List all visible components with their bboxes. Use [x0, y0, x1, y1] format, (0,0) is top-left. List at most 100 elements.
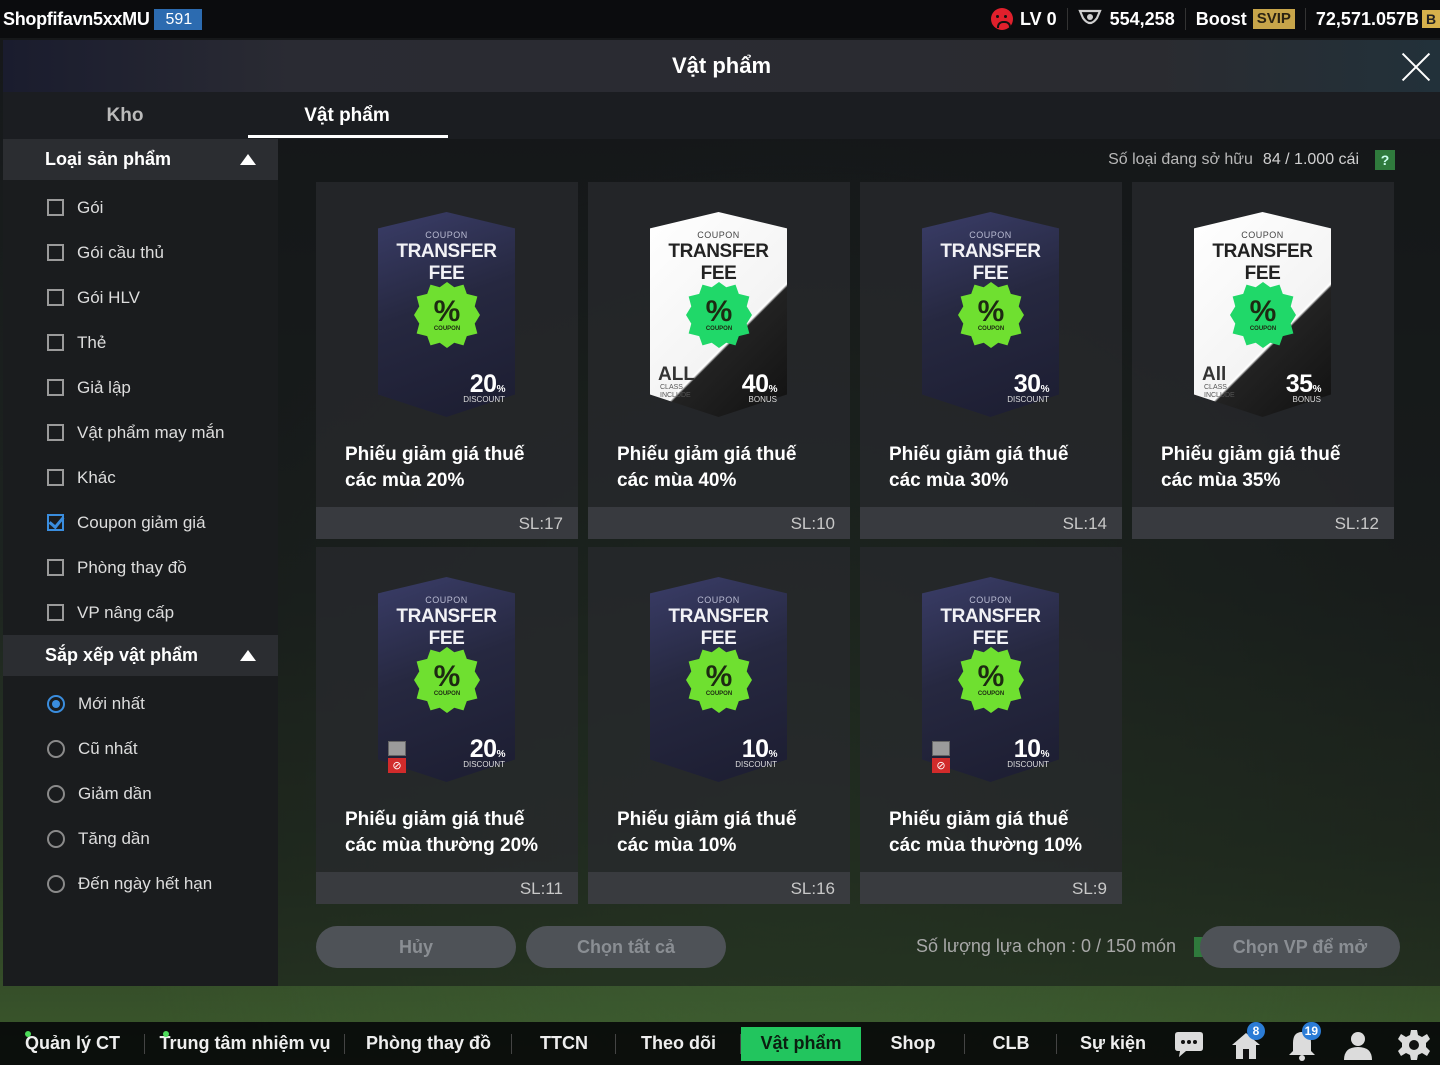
badge-label: COUPON: [1249, 326, 1277, 332]
percent-sign: %: [705, 660, 733, 693]
transfer-fee-label: TRANSFER FEE: [396, 241, 497, 284]
home-button[interactable]: 8: [1229, 1022, 1265, 1062]
filter-option[interactable]: Phòng thay đồ: [3, 545, 278, 590]
checkbox[interactable]: [47, 334, 64, 351]
checkbox[interactable]: [47, 559, 64, 576]
transfer-fee-label: TRANSFER FEE: [940, 241, 1041, 284]
sort-option[interactable]: Mới nhất: [3, 681, 278, 726]
nav-shop[interactable]: Shop: [861, 1022, 965, 1065]
filter-option[interactable]: Gói cầu thủ: [3, 230, 278, 275]
filter-option-label: Gói: [77, 197, 104, 217]
bell-notification-badge: 19: [1301, 1022, 1321, 1040]
select-all-button[interactable]: Chọn tất cả: [526, 926, 726, 968]
filter-option[interactable]: Vật phẩm may mắn: [3, 410, 278, 455]
close-button[interactable]: [1398, 48, 1434, 84]
nav-quan-ly-ct[interactable]: Quản lý CT: [0, 1022, 145, 1065]
selection-info: Số lượng lựa chọn : 0 / 150 món ?: [916, 936, 1215, 957]
sort-section-header[interactable]: Sắp xếp vật phẩm: [3, 635, 278, 676]
item-card[interactable]: COUPON TRANSFER FEE% COUPON 20% DISCOUNT ⊘ Phi…: [316, 547, 578, 904]
profile-icon[interactable]: [1341, 1028, 1375, 1062]
item-title: Phiếu giảm giá thuế các mùa 10%: [617, 809, 797, 856]
item-quantity: SL:16: [790, 879, 835, 898]
player-level-badge: 591: [153, 8, 203, 30]
item-title: Phiếu giảm giá thuế các mùa 40%: [617, 444, 797, 491]
item-card[interactable]: COUPON TRANSFER FEE% COUPON 10% DISCOUNT Phiế…: [588, 547, 850, 904]
filter-option[interactable]: VP nâng cấp: [3, 590, 278, 635]
filter-section-header[interactable]: Loại sản phẩm: [3, 139, 278, 180]
coupon-image: COUPON TRANSFER FEE% COUPON 10% DISCOUNT: [650, 577, 787, 782]
sort-option[interactable]: Cũ nhất: [3, 726, 278, 771]
nav-theo-doi[interactable]: Theo dõi: [616, 1022, 741, 1065]
coupon-label: COUPON: [969, 595, 1012, 605]
notifications-button[interactable]: 19: [1285, 1022, 1321, 1062]
checkbox[interactable]: [47, 289, 64, 306]
item-title: Phiếu giảm giá thuế các mùa 30%: [889, 444, 1069, 491]
checkbox[interactable]: [47, 244, 64, 261]
radio-button[interactable]: [47, 829, 65, 848]
checkbox[interactable]: [47, 199, 64, 216]
percent-small: %: [496, 749, 506, 760]
radio-button[interactable]: [47, 784, 65, 803]
lock-icon: ⊘: [932, 741, 950, 773]
player-name: Shopfifavn5xxMU: [3, 8, 150, 29]
balance-stat[interactable]: 72,571.057B B: [1306, 8, 1440, 30]
chat-icon[interactable]: [1172, 1028, 1206, 1062]
item-card[interactable]: COUPON TRANSFER FEE% COUPON 10% DISCOUNT ⊘ Phi…: [860, 547, 1122, 904]
item-card[interactable]: COUPON TRANSFER FEE% COUPON 30% DISCOUNT Phiế…: [860, 182, 1122, 539]
sort-option[interactable]: Đến ngày hết hạn: [3, 861, 278, 906]
nav-ttcn[interactable]: TTCN: [512, 1022, 616, 1065]
nav-phong-thay-do[interactable]: Phòng thay đồ: [345, 1022, 512, 1065]
help-icon[interactable]: ?: [1375, 150, 1395, 170]
filter-option[interactable]: Coupon giảm giá: [3, 500, 278, 545]
item-card[interactable]: COUPON TRANSFER FEE% COUPON 40% BONUS ALL CLAS…: [588, 182, 850, 539]
percent-small: %: [496, 384, 506, 395]
sort-option[interactable]: Tăng dần: [3, 816, 278, 861]
tab-vat-pham[interactable]: Vật phẩm: [247, 92, 448, 139]
nav-label: Trung tâm nhiệm vụ: [159, 1033, 331, 1053]
owned-count: 84 / 1.000 cái: [1262, 151, 1359, 168]
lv-label: LV 0: [1019, 8, 1057, 29]
nav-trung-tam-nhiem-vu[interactable]: Trung tâm nhiệm vụ: [145, 1022, 345, 1065]
filter-option[interactable]: Giả lập: [3, 365, 278, 410]
checkbox[interactable]: [47, 514, 64, 531]
cancel-button[interactable]: Hủy: [316, 926, 516, 968]
filter-option[interactable]: Khác: [3, 455, 278, 500]
filter-option[interactable]: Gói HLV: [3, 275, 278, 320]
transfer-fee-label: TRANSFER FEE: [1212, 241, 1313, 284]
item-card[interactable]: COUPON TRANSFER FEE% COUPON 35% BONUS All CLAS…: [1132, 182, 1394, 539]
coupon-value-number: 10: [741, 735, 769, 763]
checkbox[interactable]: [47, 604, 64, 621]
nav-vat-pham-wrap: Vật phẩm: [741, 1022, 861, 1065]
radio-button[interactable]: [47, 874, 65, 893]
radio-button[interactable]: [47, 694, 65, 713]
checkbox[interactable]: [47, 469, 64, 486]
radio-button[interactable]: [47, 739, 65, 758]
nav-vat-pham[interactable]: Vật phẩm: [741, 1026, 861, 1061]
currency-stats: LV 0 554,258 Boost SVIP 72,571.057B B: [981, 0, 1440, 38]
trophy-stat[interactable]: 554,258: [1068, 8, 1186, 30]
nav-su-kien[interactable]: Sự kiện: [1057, 1022, 1169, 1065]
boost-stat[interactable]: Boost SVIP: [1186, 8, 1306, 30]
filter-option[interactable]: Thẻ: [3, 320, 278, 365]
filter-option[interactable]: Gói: [3, 185, 278, 230]
item-card[interactable]: COUPON TRANSFER FEE% COUPON 20% DISCOUNT Phiế…: [316, 182, 578, 539]
percent-sign: %: [1249, 295, 1277, 328]
checkbox[interactable]: [47, 424, 64, 441]
sort-option[interactable]: Giảm dần: [3, 771, 278, 816]
filter-sidebar: Loại sản phẩm Gói Gói cầu thủ Gói HLV Thẻ Gi…: [3, 139, 278, 986]
badge-label: COUPON: [705, 326, 733, 332]
badge-label: COUPON: [977, 691, 1005, 697]
home-notification-badge: 8: [1247, 1022, 1265, 1040]
checkbox[interactable]: [47, 379, 64, 396]
new-dot-icon: [25, 1031, 31, 1037]
transfer-fee-label: TRANSFER FEE: [396, 606, 497, 649]
settings-gear-icon[interactable]: [1397, 1028, 1431, 1062]
tab-kho[interactable]: Kho: [3, 92, 247, 139]
coupon-label: COUPON: [697, 595, 740, 605]
bottom-nav: Quản lý CT Trung tâm nhiệm vụ Phòng thay…: [0, 1022, 1440, 1065]
open-items-button[interactable]: Chọn VP để mở: [1200, 926, 1400, 968]
lv-stat[interactable]: LV 0: [981, 8, 1068, 30]
include-label: INCLUDE: [1204, 392, 1235, 399]
item-quantity: SL:9: [1072, 879, 1107, 898]
nav-clb[interactable]: CLB: [965, 1022, 1057, 1065]
